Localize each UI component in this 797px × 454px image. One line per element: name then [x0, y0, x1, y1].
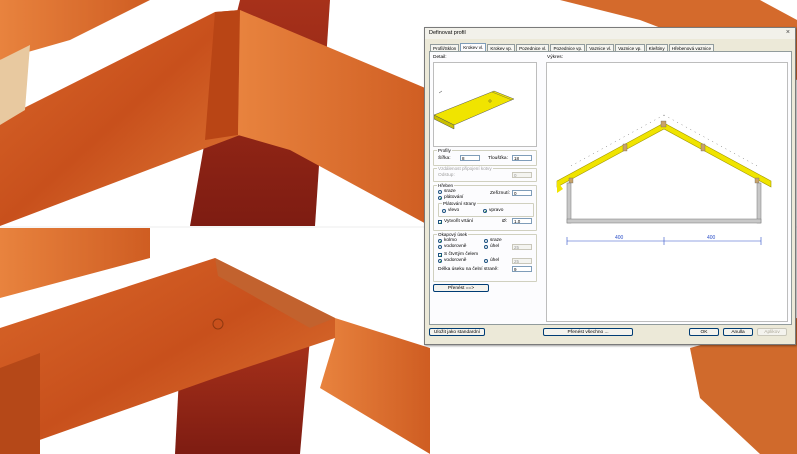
overlap-side-group: Plátování strany vlevo vpravo: [438, 201, 534, 217]
width-field[interactable]: 8: [460, 155, 480, 161]
eave-angle2-label: úhel: [490, 258, 500, 263]
dialog-titlebar[interactable]: Definovat profil ×: [425, 28, 795, 39]
shortening-label: Zeřiznutí:: [490, 191, 510, 196]
thickness-label: Tloušťka:: [488, 156, 508, 161]
diameter-label: Ø:: [502, 219, 508, 224]
anchor-distance-group: Vzdálenost připojení kotvy Odstup: 0: [433, 166, 537, 182]
ridge-abutting-label: sraze: [444, 189, 456, 194]
create-hole-label: Vytvořit vrtání: [444, 219, 474, 224]
detail-preview: [433, 62, 537, 147]
dimension-left: 400: [615, 235, 624, 241]
tab-panel-rafter-left: Detail: Profily Šířka: 8 Tloušťka: 18 Vz…: [429, 51, 792, 325]
eave-group: Okapový úsek kolmo sraze vodorovně úhel …: [433, 232, 537, 282]
create-hole-checkbox[interactable]: ✓: [438, 220, 442, 225]
diameter-field[interactable]: 1.0: [512, 218, 532, 224]
eave-group-title: Okapový úsek: [437, 232, 469, 237]
eave-angle2-radio[interactable]: [484, 259, 488, 263]
dimension-right: 400: [707, 235, 716, 241]
eave-horizontal2-radio[interactable]: [438, 259, 442, 263]
transfer-button[interactable]: Přenést ==>: [433, 284, 489, 292]
side-left-radio[interactable]: [442, 209, 446, 213]
eave-perpendicular-label: kolmo: [444, 238, 457, 243]
overlap-side-title: Plátování strany: [442, 201, 477, 206]
profile-group-title: Profily: [437, 148, 452, 153]
eave-length-field[interactable]: 9: [512, 266, 532, 272]
thickness-field[interactable]: 18: [512, 155, 532, 161]
eave-angle2-field: 25: [512, 258, 532, 264]
eave-perpendicular-radio[interactable]: [438, 239, 442, 243]
offset-field: 0: [512, 172, 532, 178]
eave-angle-radio[interactable]: [484, 245, 488, 249]
end-cut-checkbox[interactable]: ✓: [438, 253, 442, 258]
save-default-button[interactable]: Uložit jako standardní: [429, 328, 485, 336]
ridge-overlap-radio[interactable]: [438, 196, 442, 200]
close-icon[interactable]: ×: [786, 29, 790, 36]
eave-horizontal-radio[interactable]: [438, 245, 442, 249]
eave-horizontal2-label: vodorovně: [444, 258, 467, 263]
view-label: Výkres:: [547, 55, 563, 60]
ridge-overlap-label: plátování: [444, 195, 464, 200]
ridge-group: Hřeben sraze plátování Zeřiznutí: 0 Plát…: [433, 183, 537, 231]
ok-button[interactable]: OK: [689, 328, 719, 336]
define-profile-dialog: Definovat profil × Profil/Sklon Krokev vl…: [424, 27, 796, 345]
ridge-abutting-radio[interactable]: [438, 190, 442, 194]
ridge-group-title: Hřeben: [437, 183, 455, 188]
apply-button[interactable]: Aplikov: [757, 328, 787, 336]
eave-abutting-label: sraze: [490, 238, 502, 243]
end-cut-label: S čtvrtým čelem: [444, 252, 479, 257]
shortening-field[interactable]: 0: [512, 190, 532, 196]
detail-label: Detail:: [433, 55, 447, 60]
eave-abutting-radio[interactable]: [484, 239, 488, 243]
transfer-all-button[interactable]: Přenést všechno ...: [543, 328, 633, 336]
offset-label: Odstup:: [438, 173, 455, 178]
width-label: Šířka:: [438, 156, 451, 161]
eave-horizontal-label: vodorovně: [444, 244, 467, 249]
side-left-label: vlevo: [448, 208, 460, 213]
eave-angle-label: úhel: [490, 244, 500, 249]
cancel-button[interactable]: Anulla: [723, 328, 753, 336]
profile-group: Profily Šířka: 8 Tloušťka: 18: [433, 148, 537, 166]
eave-angle-field: 25: [512, 244, 532, 250]
dialog-title: Definovat profil: [429, 30, 466, 36]
side-right-radio[interactable]: [483, 209, 487, 213]
eave-length-label: Délka úseku na čelní straně:: [438, 267, 499, 272]
anchor-distance-title: Vzdálenost připojení kotvy: [437, 166, 493, 171]
side-right-label: vpravo: [489, 208, 504, 213]
drawing-view: 400 400: [546, 62, 788, 322]
tab-strip: Profil/Sklon Krokev vl. Krokev vp. Pozednic…: [430, 43, 790, 52]
